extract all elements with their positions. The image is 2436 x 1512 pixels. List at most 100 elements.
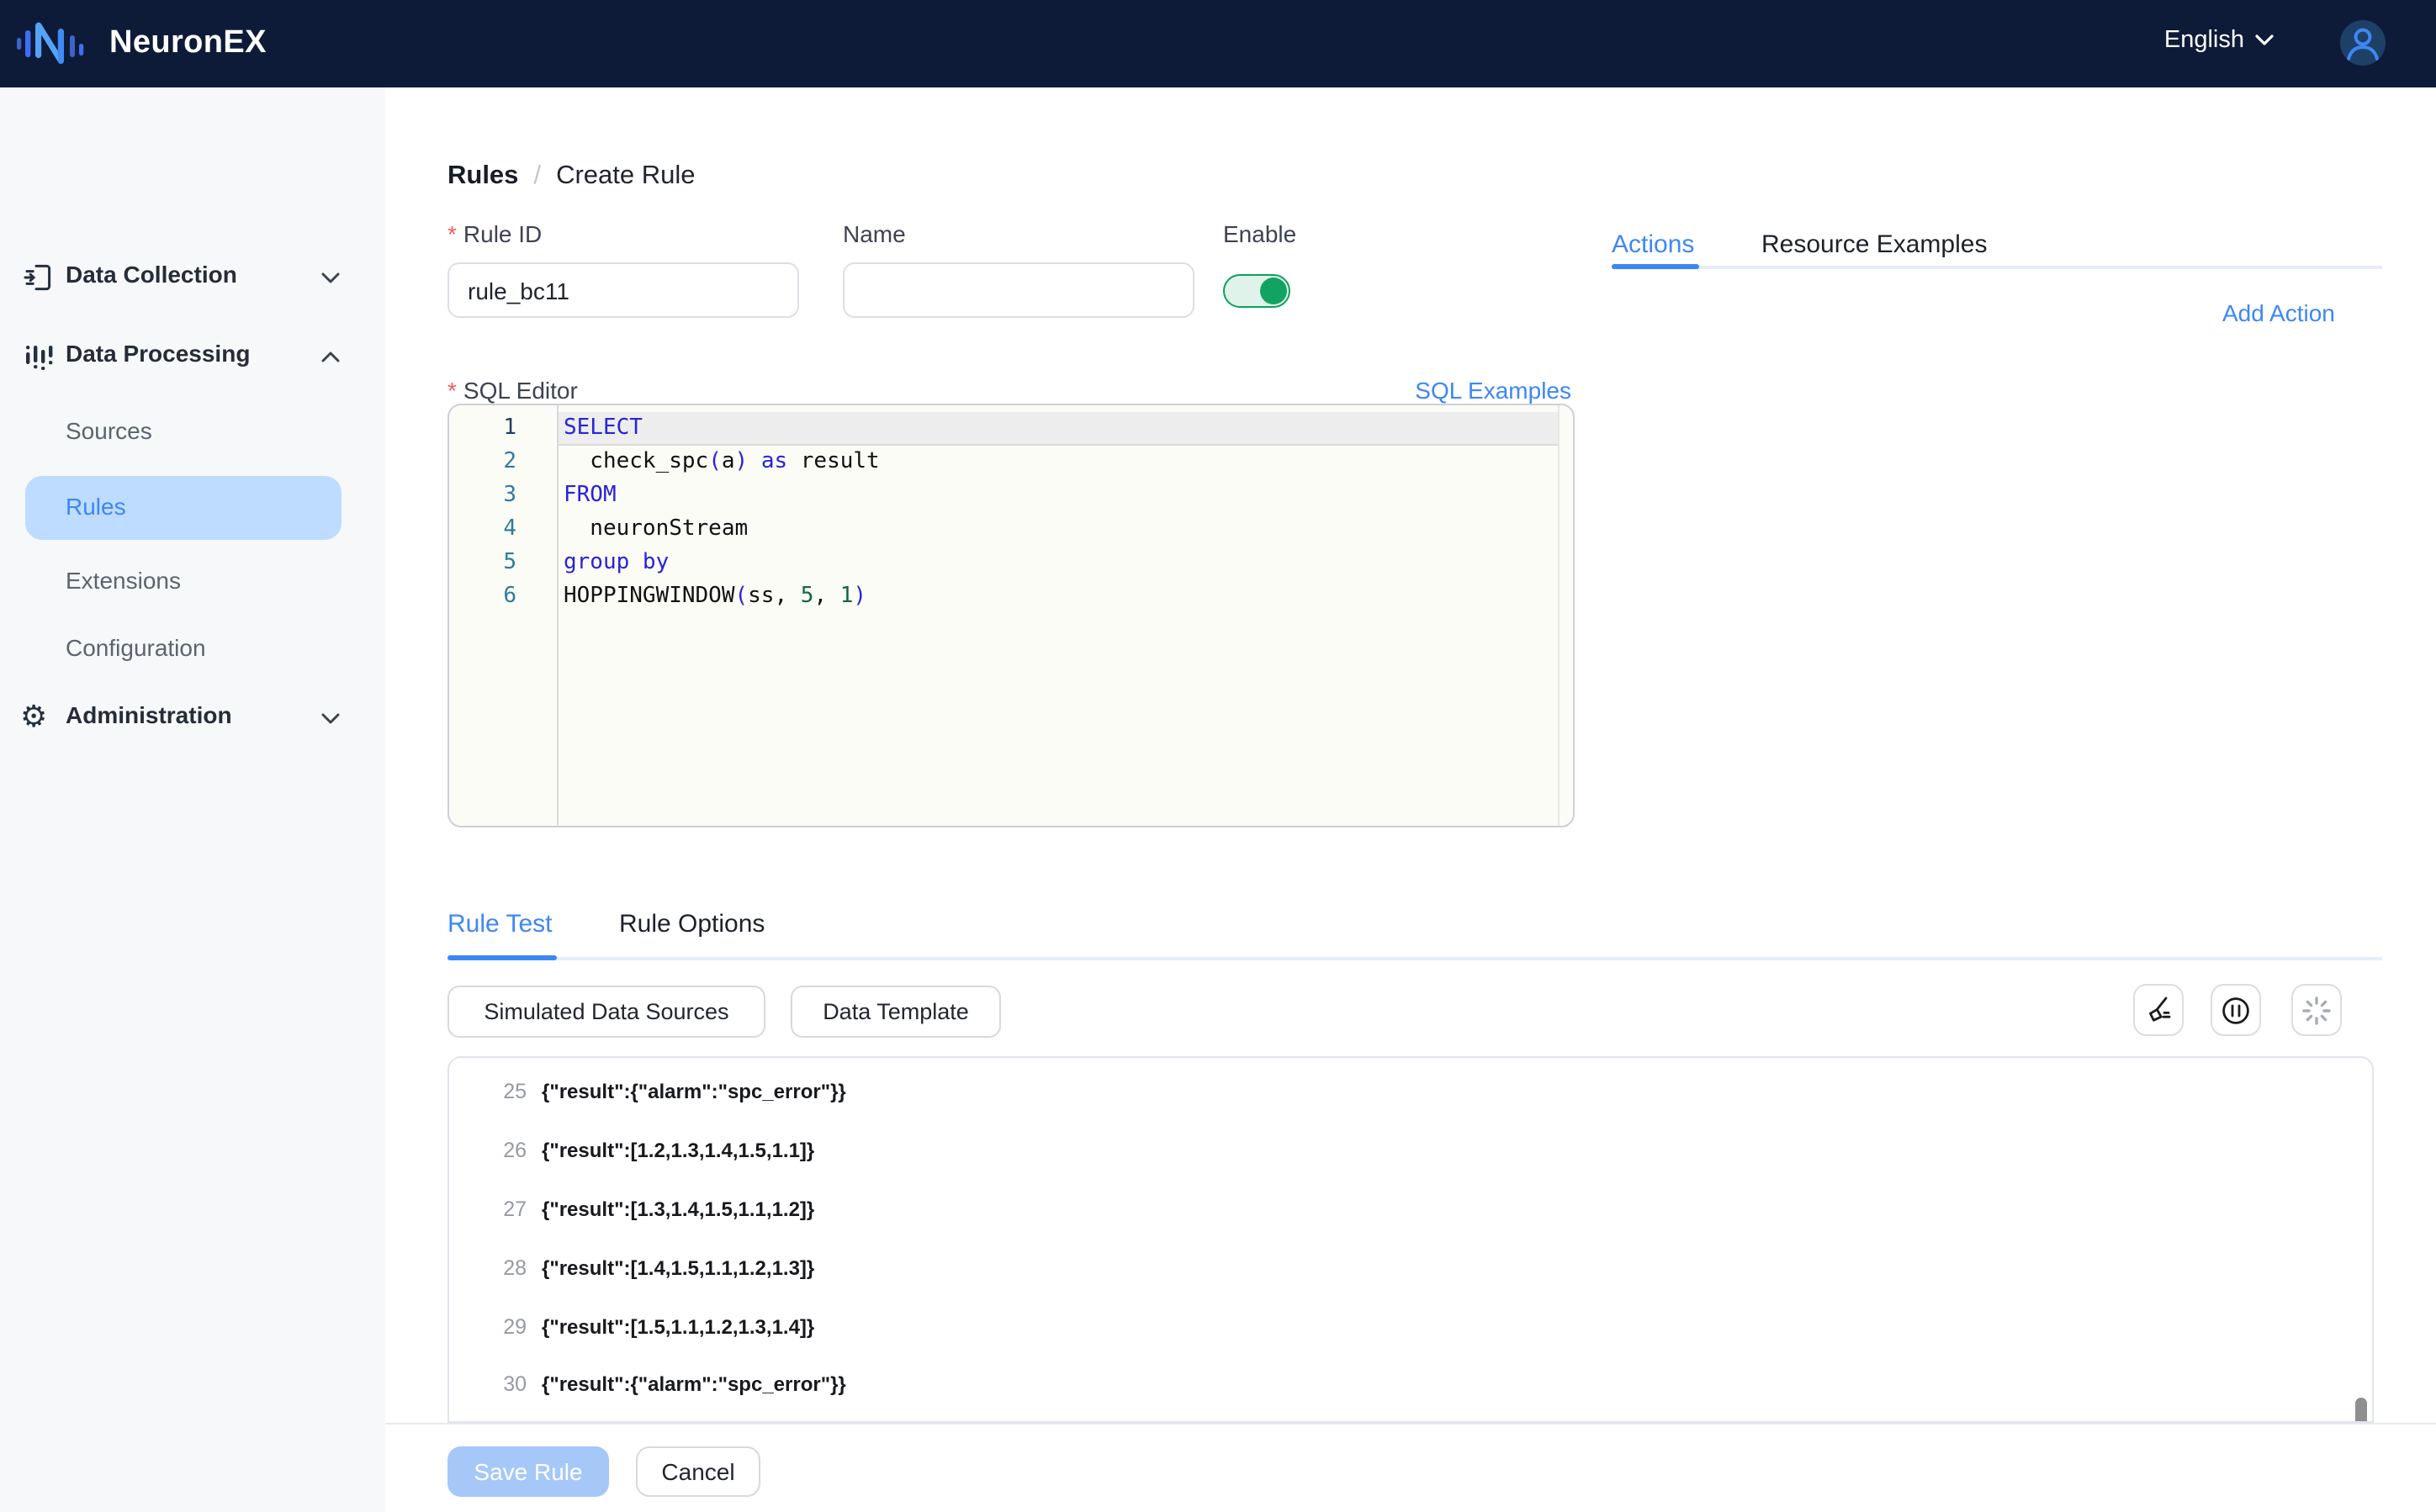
pause-output-button[interactable] xyxy=(2211,984,2261,1036)
chevron-up-icon xyxy=(321,352,340,363)
brand-name: NeuronEX xyxy=(109,25,267,62)
pause-icon xyxy=(2221,995,2251,1025)
sql-examples-link[interactable]: SQL Examples xyxy=(1415,377,1571,404)
output-line-number: 30 xyxy=(449,1373,527,1397)
sidebar-item-extensions[interactable]: Extensions xyxy=(0,550,385,617)
add-action-link[interactable]: Add Action xyxy=(2222,299,2335,326)
rule-test-tab-track xyxy=(447,957,2382,960)
clear-output-button[interactable] xyxy=(2133,984,2184,1036)
code-line: 5 group by xyxy=(449,547,1573,580)
code-line: 3 FROM xyxy=(449,479,1573,513)
sidebar-item-sources[interactable]: Sources xyxy=(0,400,385,468)
save-rule-button[interactable]: Save Rule xyxy=(447,1446,609,1497)
data-processing-icon xyxy=(24,341,54,372)
sidebar-item-label: Data Processing xyxy=(66,340,250,367)
spinner-icon xyxy=(2301,995,2332,1025)
breadcrumb-separator: / xyxy=(533,161,541,192)
sidebar-item-label: Administration xyxy=(66,701,232,728)
chevron-down-icon xyxy=(321,272,340,284)
line-number: 1 xyxy=(449,412,557,446)
user-avatar[interactable] xyxy=(2340,20,2386,66)
data-template-button[interactable]: Data Template xyxy=(791,986,1001,1038)
simulated-data-sources-button[interactable]: Simulated Data Sources xyxy=(447,986,765,1038)
line-number: 2 xyxy=(449,446,557,479)
line-number: 3 xyxy=(449,479,557,513)
output-row: 25 {"result":{"alarm":"spc_error"}} xyxy=(449,1063,2372,1122)
line-number: 6 xyxy=(449,580,557,614)
sidebar-item-administration[interactable]: ⚙ Administration xyxy=(0,685,385,752)
sidebar-item-data-collection[interactable]: Data Collection xyxy=(0,244,385,311)
output-row: 29 {"result":[1.5,1.1,1.2,1.3,1.4]} xyxy=(449,1297,2372,1356)
required-mark: * xyxy=(447,220,457,247)
language-selector[interactable]: English xyxy=(2164,27,2274,54)
code-line: 1 SELECT xyxy=(449,412,1573,446)
output-line-number: 28 xyxy=(449,1256,527,1280)
name-label: Name xyxy=(843,220,906,247)
required-mark: * xyxy=(447,377,457,404)
code-line: 4 neuronStream xyxy=(449,513,1573,547)
line-number: 5 xyxy=(449,547,557,580)
actions-tab-indicator xyxy=(1612,264,1699,269)
tab-rule-options[interactable]: Rule Options xyxy=(619,910,765,938)
output-line-text: {"result":[1.4,1.5,1.1,1.2,1.3]} xyxy=(542,1256,814,1280)
sidebar-item-rules[interactable]: Rules xyxy=(25,476,342,540)
output-line-text: {"result":[1.3,1.4,1.5,1.1,1.2]} xyxy=(542,1197,814,1221)
footer-bar: Save Rule Cancel xyxy=(385,1423,2436,1512)
output-line-text: {"result":[1.5,1.1,1.2,1.3,1.4]} xyxy=(542,1314,814,1338)
output-line-text: {"result":[1.2,1.3,1.4,1.5,1.1]} xyxy=(542,1139,814,1162)
output-scrollbar-thumb[interactable] xyxy=(2355,1398,2367,1421)
output-line-number: 25 xyxy=(449,1081,527,1104)
sql-editor-label: *SQL Editor xyxy=(447,377,578,404)
output-line-number: 27 xyxy=(449,1197,527,1221)
output-line-number: 29 xyxy=(449,1314,527,1338)
refresh-loading-button[interactable] xyxy=(2291,984,2342,1036)
output-rows: 25 {"result":{"alarm":"spc_error"}} 26 {… xyxy=(449,1058,2372,1414)
chevron-down-icon xyxy=(2254,34,2274,47)
output-row: 30 {"result":{"alarm":"spc_error"}} xyxy=(449,1356,2372,1414)
actions-tab-track xyxy=(1612,266,2382,269)
enable-label: Enable xyxy=(1223,220,1296,247)
tab-rule-test[interactable]: Rule Test xyxy=(447,910,553,938)
rule-id-label: *Rule ID xyxy=(447,220,542,247)
user-icon xyxy=(2340,20,2386,66)
gear-icon: ⚙ xyxy=(20,698,47,735)
sidebar-item-label: Rules xyxy=(66,493,126,520)
rule-test-output-panel: 25 {"result":{"alarm":"spc_error"}} 26 {… xyxy=(447,1056,2374,1423)
output-row: 26 {"result":[1.2,1.3,1.4,1.5,1.1]} xyxy=(449,1122,2372,1181)
sidebar: Data Collection Data Processing Sources xyxy=(0,87,385,1512)
breadcrumb-current: Create Rule xyxy=(556,161,695,192)
broom-icon xyxy=(2144,996,2173,1024)
app-root: NeuronEX English xyxy=(0,0,2436,1512)
rule-id-input[interactable] xyxy=(447,262,799,318)
tab-actions[interactable]: Actions xyxy=(1612,230,1694,259)
breadcrumb: Rules / Create Rule xyxy=(447,161,696,192)
output-line-text: {"result":{"alarm":"spc_error"}} xyxy=(542,1081,846,1104)
brand: NeuronEX xyxy=(17,22,267,66)
language-label: English xyxy=(2164,27,2244,54)
sidebar-item-label: Data Collection xyxy=(66,261,237,288)
code-lines: 1 SELECT 2 check_spc(a) as result 3 FROM… xyxy=(449,412,1573,614)
output-row: 27 {"result":[1.3,1.4,1.5,1.1,1.2]} xyxy=(449,1180,2372,1239)
output-line-text: {"result":{"alarm":"spc_error"}} xyxy=(542,1373,846,1397)
rule-test-tab-indicator xyxy=(447,955,557,960)
code-line: 6 HOPPINGWINDOW(ss, 5, 1) xyxy=(449,580,1573,614)
sidebar-item-label: Sources xyxy=(66,417,152,444)
code-line: 2 check_spc(a) as result xyxy=(449,446,1573,479)
sidebar-item-configuration[interactable]: Configuration xyxy=(0,617,385,685)
name-input[interactable] xyxy=(843,262,1194,318)
line-number: 4 xyxy=(449,513,557,547)
sidebar-item-label: Configuration xyxy=(66,634,206,661)
data-collection-icon xyxy=(24,262,54,293)
tab-resource-examples[interactable]: Resource Examples xyxy=(1761,230,1987,259)
output-line-number: 26 xyxy=(449,1139,527,1162)
neuronex-logo-icon xyxy=(17,22,91,66)
top-header: NeuronEX English xyxy=(0,0,2436,87)
toggle-knob xyxy=(1260,278,1287,304)
output-row: 28 {"result":[1.4,1.5,1.1,1.2,1.3]} xyxy=(449,1239,2372,1298)
cancel-button[interactable]: Cancel xyxy=(636,1446,760,1497)
enable-toggle[interactable] xyxy=(1223,274,1290,308)
breadcrumb-rules[interactable]: Rules xyxy=(447,161,518,192)
sidebar-item-data-processing[interactable]: Data Processing xyxy=(0,323,385,390)
sql-code-editor[interactable]: 1 SELECT 2 check_spc(a) as result 3 FROM… xyxy=(447,404,1575,827)
chevron-down-icon xyxy=(321,713,340,725)
